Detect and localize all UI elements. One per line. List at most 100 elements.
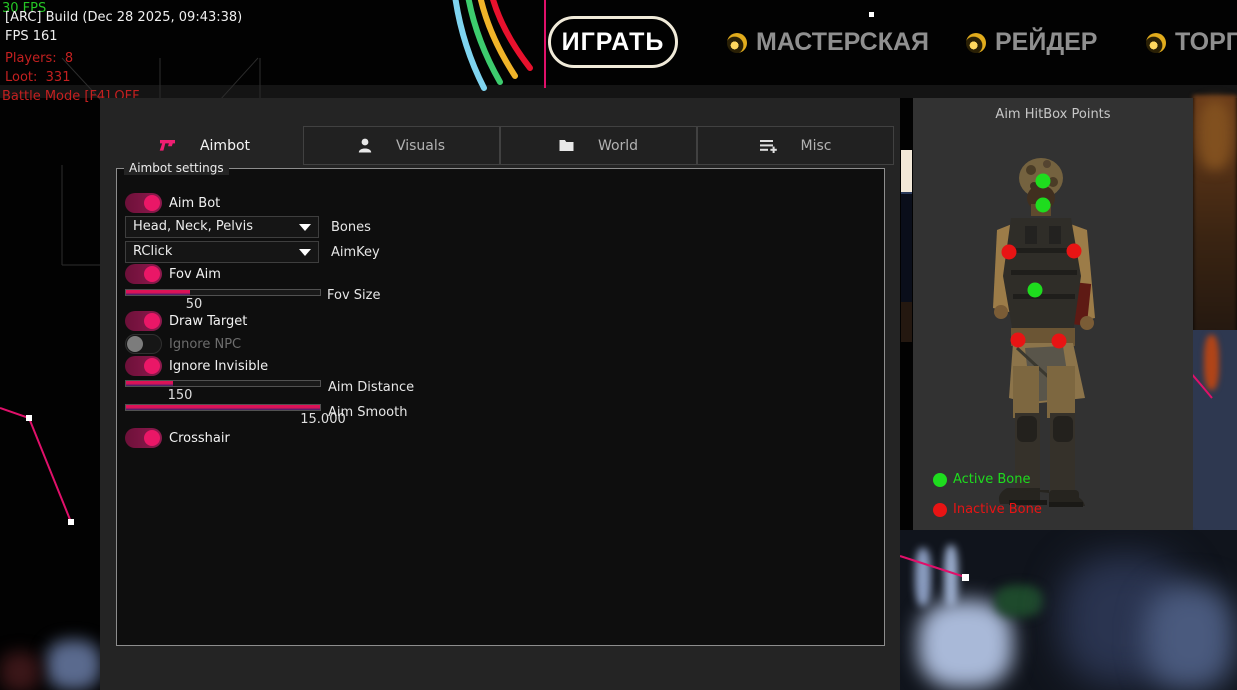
crosshair-toggle[interactable] [125,428,162,448]
toggle-knob [144,313,160,329]
background-blue-wall [1145,585,1235,690]
hitbox-points-panel: Aim HitBox Points [913,98,1193,530]
folder-icon [559,139,574,152]
slider-fill [126,290,190,295]
hitbox-dots [913,98,1193,530]
draw-target-label: Draw Target [169,314,247,329]
background-band [0,85,1237,98]
hitbox-dot-left-hip[interactable] [1011,333,1026,348]
fov-size-label: Fov Size [327,288,380,303]
aim-smooth-label: Aim Smooth [328,405,407,420]
tab-visuals[interactable]: Visuals [303,126,500,165]
slider-fill [126,381,173,386]
playlist-add-icon [760,139,777,153]
nav-item-workshop[interactable]: МАСТЕРСКАЯ [727,28,929,57]
coin-icon [1146,33,1166,53]
background-gap-monitor [901,192,912,304]
background-bottom-left-glow [46,640,101,690]
background-rock [1193,95,1237,335]
aim-distance-label: Aim Distance [328,380,414,395]
hitbox-dot-left-shoulder[interactable] [1002,245,1017,260]
toggle-knob [144,358,160,374]
fov-size-value: 50 [186,297,203,312]
build-info-text: [ARC] Build (Dec 28 2025, 09:43:38) [5,10,242,25]
background-window-glow-1 [915,548,931,606]
tab-label: Misc [801,138,832,154]
players-counter-text: Players: 8 [5,51,73,66]
aim-distance-slider[interactable] [125,380,321,387]
hitbox-dot-neck[interactable] [1036,198,1051,213]
background-bottom-left-red [0,652,40,690]
nav-label: РЕЙДЕР [995,28,1097,57]
background-gap-light [901,150,912,192]
tab-label: World [598,138,638,154]
toggle-knob [144,195,160,211]
background-green-sign [995,585,1043,617]
group-title: Aimbot settings [124,161,229,175]
toggle-knob [144,266,160,282]
fov-aim-toggle[interactable] [125,264,162,284]
nav-item-market-clip: ТОРГО [1140,0,1237,80]
aim-bot-toggle[interactable] [125,193,162,213]
ignore-npc-toggle[interactable] [125,334,162,354]
aimkey-label: AimKey [331,245,380,260]
legend-inactive-bone: Inactive Bone [933,502,1042,517]
inactive-bone-dot-icon [933,503,947,517]
fov-aim-label: Fov Aim [169,267,221,282]
background-orange-object [1204,335,1219,390]
bones-dropdown[interactable]: Head, Neck, Pelvis [125,216,319,238]
background-window-wall [1193,330,1237,540]
play-button[interactable]: ИГРАТЬ [548,16,678,68]
toggle-knob [144,430,160,446]
aimbot-settings-group: Aimbot settings Aim Bot Head, Neck, Pelv… [116,168,885,646]
background-blue-shadow [1060,555,1190,685]
legend-label: Inactive Bone [953,502,1042,517]
coin-icon [727,33,747,53]
tab-misc[interactable]: Misc [697,126,894,165]
aim-distance-value: 150 [168,388,193,403]
loot-counter-text: Loot: 331 [5,70,70,85]
draw-target-toggle[interactable] [125,311,162,331]
aim-smooth-slider[interactable] [125,404,321,411]
aimkey-dropdown-value: RClick [133,244,172,259]
nav-label: МАСТЕРСКАЯ [756,28,929,57]
background-lower-scene [900,530,1237,690]
aim-bot-label: Aim Bot [169,196,220,211]
ignore-npc-label: Ignore NPC [169,337,241,352]
hitbox-dot-right-hip[interactable] [1052,334,1067,349]
toggle-knob [127,336,143,352]
fov-size-slider[interactable] [125,289,321,296]
tab-world[interactable]: World [500,126,697,165]
bones-label: Bones [331,220,371,235]
pistol-icon [159,139,176,152]
chevron-down-icon [299,224,311,231]
crosshair-label: Crosshair [169,431,230,446]
coin-icon [966,33,986,53]
tab-label: Visuals [396,138,445,154]
hitbox-dot-pelvis[interactable] [1028,283,1043,298]
tab-aimbot[interactable]: Aimbot [106,126,303,165]
tab-label: Aimbot [200,138,250,154]
background-gap-brown [901,302,912,342]
nav-item-raider[interactable]: РЕЙДЕР [966,28,1097,57]
hitbox-dot-right-shoulder[interactable] [1067,244,1082,259]
background-window-glow-2 [944,545,958,607]
slider-fill [126,405,320,410]
nav-item-market[interactable]: ТОРГО [1146,28,1237,57]
chevron-down-icon [299,249,311,256]
person-icon [358,138,372,153]
ignore-invisible-label: Ignore Invisible [169,359,268,374]
game-screen: 30 FPS [ARC] Build (Dec 28 2025, 09:43:3… [0,0,1237,690]
hitbox-dot-head[interactable] [1036,174,1051,189]
nav-label: ТОРГО [1175,28,1237,57]
ignore-invisible-toggle[interactable] [125,356,162,376]
legend-label: Active Bone [953,472,1030,487]
aimkey-dropdown[interactable]: RClick [125,241,319,263]
background-rock-highlight [1198,100,1232,170]
background-snow-glow [918,600,1013,688]
bones-dropdown-value: Head, Neck, Pelvis [133,219,253,234]
legend-active-bone: Active Bone [933,472,1030,487]
cheat-menu-panel: Aimbot Visuals World [100,98,900,690]
active-bone-dot-icon [933,473,947,487]
fps-counter-text: FPS 161 [5,29,58,44]
